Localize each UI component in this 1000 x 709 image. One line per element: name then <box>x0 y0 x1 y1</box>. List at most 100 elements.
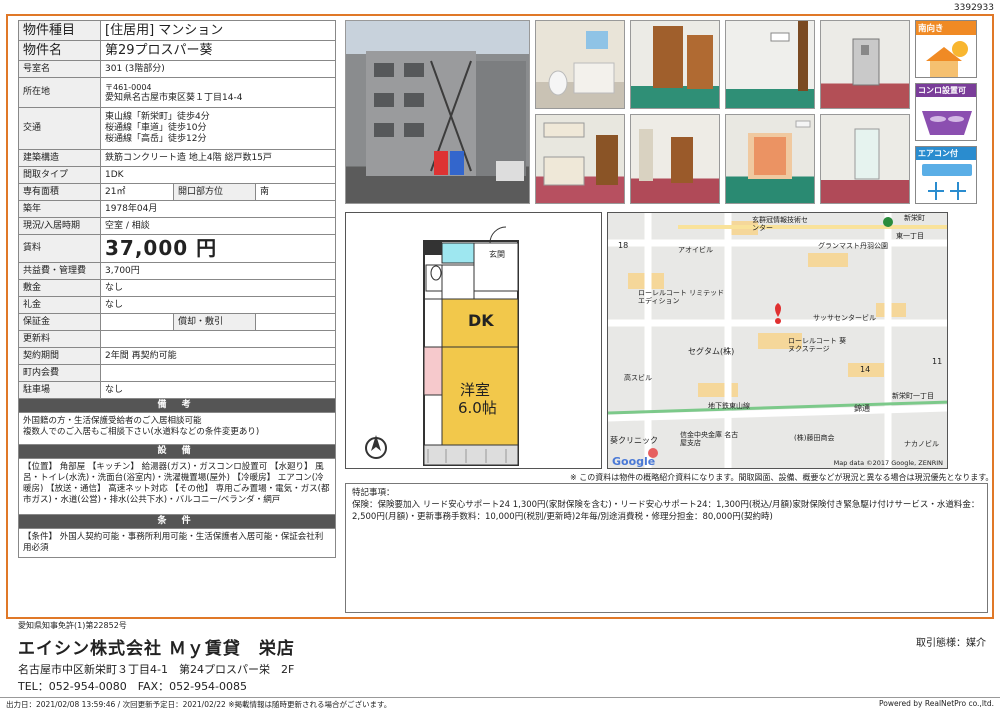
map-label-higashiyama-line: 地下鉄東山線 <box>708 402 750 410</box>
label-address: 所在地 <box>18 77 101 108</box>
stove-allowed-badge: コンロ設置可 <box>915 83 977 141</box>
label-room: 号室名 <box>18 60 101 78</box>
value-structure: 鉄筋コンクリート造 地上4階 総戸数15戸 <box>99 149 337 167</box>
value-room: 301 (3階部分) <box>99 60 337 78</box>
value-fee: 3,700円 <box>99 262 337 280</box>
map-credit: Map data ©2017 Google, ZENRIN <box>833 459 943 467</box>
output-date: 出力日：2021/02/08 13:59:46 / 次回更新予定日：2021/0… <box>6 700 392 709</box>
map-label-higashi-itchome: 東一丁目 <box>896 232 924 240</box>
conditions-header: 条 件 <box>17 514 337 529</box>
map-label-shinsakaemachi: 新栄町 <box>904 214 925 222</box>
value-key-money: なし <box>99 296 337 314</box>
map-label-block-18: 18 <box>618 241 629 250</box>
value-layout: 1DK <box>99 166 337 184</box>
aircon-label: エアコン付 <box>916 147 976 160</box>
label-layout: 間取タイプ <box>18 166 101 184</box>
snowflake-icon <box>922 164 972 200</box>
floor-plan: 玄関 DK 洋室 6.0帖 <box>345 212 602 469</box>
room-window-photo <box>820 114 910 204</box>
remarks-text: 外国籍の方・生活保護受給者のご入居相談可能 複数人でのご入居もご相談下さい(水道… <box>17 412 337 445</box>
floor-room-size: 6.0帖 <box>458 399 497 417</box>
aircon-badge: エアコン付 <box>915 146 977 204</box>
transit-line-1: 東山線「新栄町」徒歩4分 <box>105 112 210 122</box>
equipment-header: 設 備 <box>17 444 337 459</box>
zip-code: 〒461-0004 <box>105 82 152 92</box>
special-notes-title: 特記事項： <box>352 488 395 498</box>
special-notes: 特記事項： 保険：保険要加入 リード安心サポート24 1,300円(家財保険を含… <box>345 483 988 613</box>
label-direction: 開口部方位 <box>173 183 256 201</box>
location-map: 玄群冠情報技術センター グランマスト丹羽公園 アオイビル ローレルコート リミテ… <box>607 212 948 469</box>
map-label-aoi-clinic: 葵クリニック <box>610 436 658 445</box>
transaction-type: 取引態様：媒介 <box>916 638 986 649</box>
address-text: 愛知県名古屋市東区葵１丁目14-4 <box>105 92 243 103</box>
document-id: 3392933 <box>953 3 994 13</box>
map-label-grandmast: グランマスト丹羽公園 <box>818 242 888 250</box>
value-deposit: なし <box>99 279 337 297</box>
label-fee: 共益費・管理費 <box>18 262 101 280</box>
label-deposit: 敷金 <box>18 279 101 297</box>
map-label-tech-center: 玄群冠情報技術センター <box>752 216 808 232</box>
footer-bar: 出力日：2021/02/08 13:59:46 / 次回更新予定日：2021/0… <box>0 697 1000 709</box>
map-label-laurel-aoi: ローレルコート 葵ヌクステージ <box>788 337 847 353</box>
floor-plan-drawing <box>365 226 519 466</box>
label-parking: 駐車場 <box>18 381 101 399</box>
value-area: 21㎡ <box>100 183 174 201</box>
map-label-sassa-center: サッサセンタービル <box>813 314 876 322</box>
company-address: 名古屋市中区新栄町３丁目4-1 第24プロスパー栄 2F <box>18 663 295 676</box>
label-type: 物件種目 <box>18 20 101 41</box>
map-label-fujita-shokai: (株)藤田商会 <box>794 434 835 442</box>
map-label-block-11: 11 <box>932 357 943 366</box>
hallway-photo <box>725 20 815 109</box>
label-key-money: 礼金 <box>18 296 101 314</box>
transit-line-3: 桜通線「高岳」徒歩12分 <box>105 134 207 144</box>
value-name: 第29プロスパー葵 <box>99 40 337 61</box>
room-photo <box>725 114 815 204</box>
label-area: 専有面積 <box>18 183 101 201</box>
label-guarantee: 保証金 <box>18 313 101 331</box>
company-phone: TEL：052-954-0080 FAX：052-954-0085 <box>18 680 248 693</box>
label-structure: 建築構造 <box>18 149 101 167</box>
map-label-nishiki-dori: 錦通 <box>854 404 870 413</box>
dining-photo <box>630 114 720 204</box>
map-label-shinkin-bank: 信金中央金庫 名古屋支店 <box>680 431 739 447</box>
value-rent: 37,000 円 <box>99 234 337 263</box>
value-parking: なし <box>99 381 337 399</box>
south-facing-label: 南向き <box>916 21 976 35</box>
entrance-photo <box>820 20 910 109</box>
map-label-nakano-building: ナカノビル <box>904 440 939 448</box>
floor-entrance-label: 玄関 <box>489 250 505 259</box>
value-type: [住居用] マンション <box>99 20 337 41</box>
disclaimer-note: ※ この資料は物件の概略紹介資料になります。間取図面、設備、概要などが現況と異な… <box>570 473 994 482</box>
label-transit: 交通 <box>18 107 101 150</box>
label-town-fee: 町内会費 <box>18 364 101 382</box>
conditions-text: 【条件】 外国人契約可能・事務所利用可能・生活保護者入居可能・保証会社利用必須 <box>17 528 337 558</box>
closet-photo <box>630 20 720 109</box>
label-rent: 賃料 <box>18 234 101 263</box>
label-shokyaku: 償却・敷引 <box>173 313 256 331</box>
building-illustration <box>366 51 526 181</box>
map-label-aoi-building: アオイビル <box>678 246 713 254</box>
special-notes-text: 保険：保険要加入 リード安心サポート24 1,300円(家財保険を含む)・リード… <box>352 500 980 522</box>
floor-dk-label: DK <box>468 311 494 330</box>
google-logo: Google <box>612 455 656 468</box>
label-name: 物件名 <box>18 40 101 61</box>
label-status: 現況/入居時期 <box>18 217 101 235</box>
value-transit: 東山線「新栄町」徒歩4分 桜通線「車道」徒歩10分 桜通線「高岳」徒歩12分 <box>99 107 337 150</box>
label-renewal: 更新料 <box>18 330 101 348</box>
building-exterior-photo <box>345 20 530 204</box>
remarks-header: 備 考 <box>17 398 337 413</box>
value-built: 1978年04月 <box>99 200 337 218</box>
label-contract: 契約期間 <box>18 347 101 365</box>
equipment-text: 【位置】 角部屋 【キッチン】 給湯器(ガス)・ガスコンロ設置可 【水廻り】 風… <box>17 458 337 515</box>
stove-allowed-label: コンロ設置可 <box>916 84 976 97</box>
sun-house-icon <box>926 41 968 77</box>
map-label-block-14: 14 <box>860 365 871 374</box>
value-status: 空室 / 相談 <box>99 217 337 235</box>
company-name: エイシン株式会社 Ｍｙ賃貸 栄店 <box>18 639 295 659</box>
property-table: 物件種目 [住居用] マンション 物件名 第29プロスパー葵 号室名 301 (3階部… <box>17 20 337 558</box>
powered-by: Powered by RealNetPro co.,ltd. <box>879 699 994 708</box>
license-number: 愛知県知事免許(1)第22852号 <box>18 621 127 630</box>
transit-line-2: 桜通線「車道」徒歩10分 <box>105 123 207 133</box>
label-built: 築年 <box>18 200 101 218</box>
value-shokyaku <box>254 313 337 331</box>
